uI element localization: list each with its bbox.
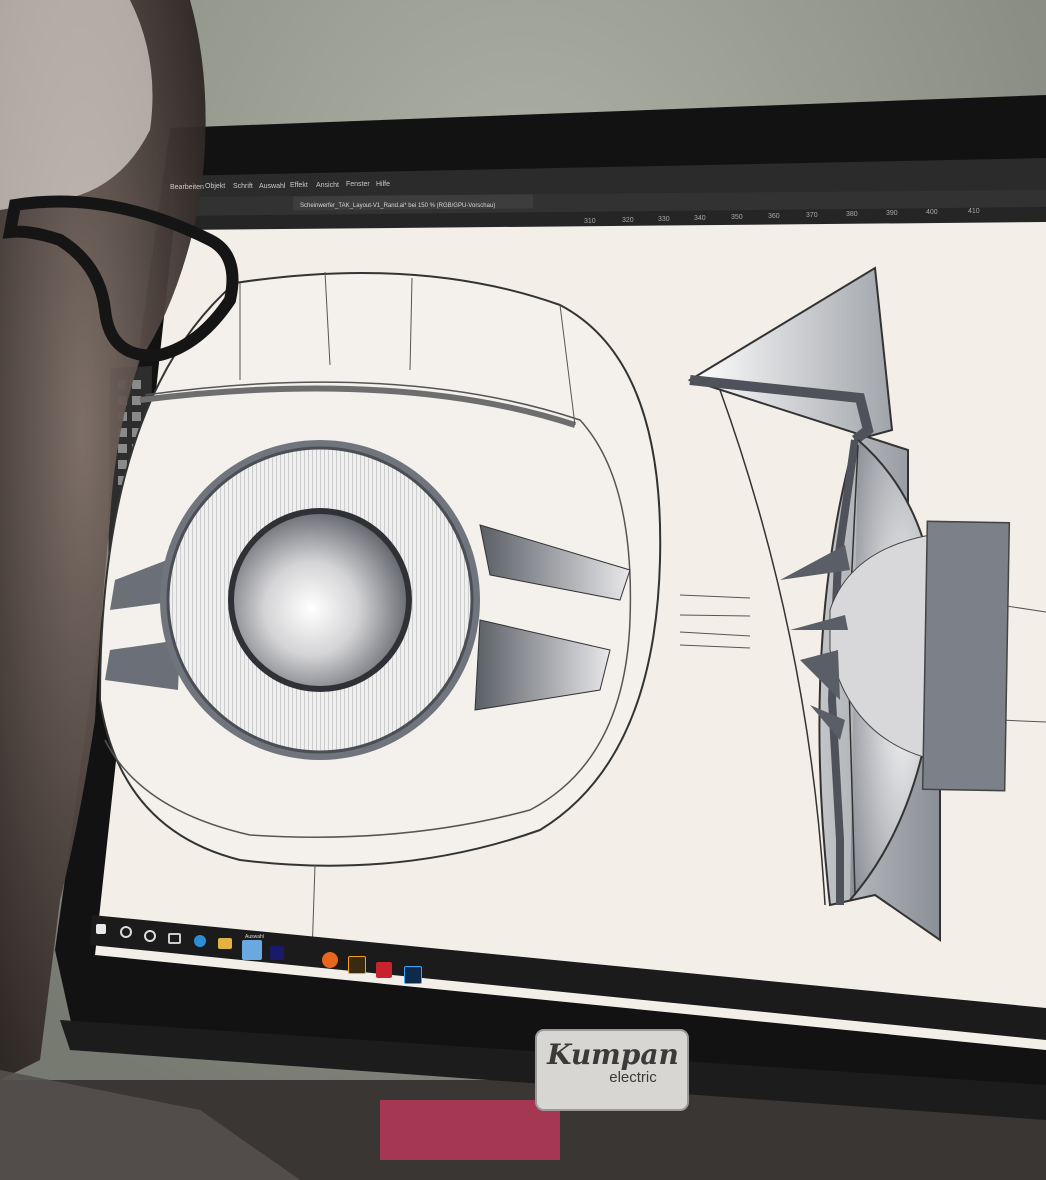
ruler-tick: 320 bbox=[622, 217, 634, 224]
ruler-tick: 400 bbox=[926, 209, 938, 216]
ruler-tick: 370 bbox=[806, 212, 818, 219]
edge-icon[interactable] bbox=[194, 935, 206, 947]
ruler-tick: 310 bbox=[584, 218, 596, 225]
menu-item-schrift[interactable]: Schrift bbox=[233, 183, 253, 190]
brand-name: Kumpan bbox=[547, 1038, 679, 1071]
illustrator-icon[interactable] bbox=[348, 956, 366, 974]
photoshop-icon[interactable] bbox=[404, 966, 422, 984]
windows-start-icon[interactable] bbox=[96, 924, 106, 934]
menu-item-objekt[interactable]: Objekt bbox=[205, 183, 225, 190]
menu-item-fenster[interactable]: Fenster bbox=[346, 181, 370, 188]
brand-subtitle: electric bbox=[609, 1069, 657, 1086]
ruler-tick: 340 bbox=[694, 215, 706, 222]
headlight-front-view bbox=[98, 271, 662, 867]
store-icon[interactable] bbox=[242, 940, 262, 960]
monitor-brand-logo: Kumpan electric bbox=[538, 1032, 688, 1112]
menu-item-effekt[interactable]: Effekt bbox=[290, 182, 308, 189]
ruler-tick: 360 bbox=[768, 213, 780, 220]
firefox-icon[interactable] bbox=[322, 952, 338, 968]
ruler-tick: 380 bbox=[846, 211, 858, 218]
file-explorer-icon[interactable] bbox=[218, 938, 232, 949]
ruler-tick: 390 bbox=[886, 210, 898, 217]
cortana-icon[interactable] bbox=[144, 930, 156, 942]
menu-item-bearbeiten[interactable]: Bearbeiten bbox=[170, 184, 204, 191]
taskbar-active-label: Auswahl bbox=[245, 934, 264, 940]
photo-scene bbox=[0, 0, 1046, 1180]
search-icon[interactable] bbox=[120, 926, 132, 938]
task-view-icon[interactable] bbox=[168, 933, 181, 944]
menu-item-hilfe[interactable]: Hilfe bbox=[376, 181, 390, 188]
menu-item-ansicht[interactable]: Ansicht bbox=[316, 182, 339, 189]
ruler-tick: 410 bbox=[968, 208, 980, 215]
menu-item-auswahl[interactable]: Auswahl bbox=[259, 183, 285, 190]
ruler-tick: 330 bbox=[658, 216, 670, 223]
premiere-icon[interactable] bbox=[270, 946, 284, 960]
acrobat-icon[interactable] bbox=[376, 962, 392, 978]
ruler-tick: 350 bbox=[731, 214, 743, 221]
document-tab[interactable]: Scheinwerfer_TAK_Layout-V1_Rand.ai* bei … bbox=[300, 203, 495, 209]
